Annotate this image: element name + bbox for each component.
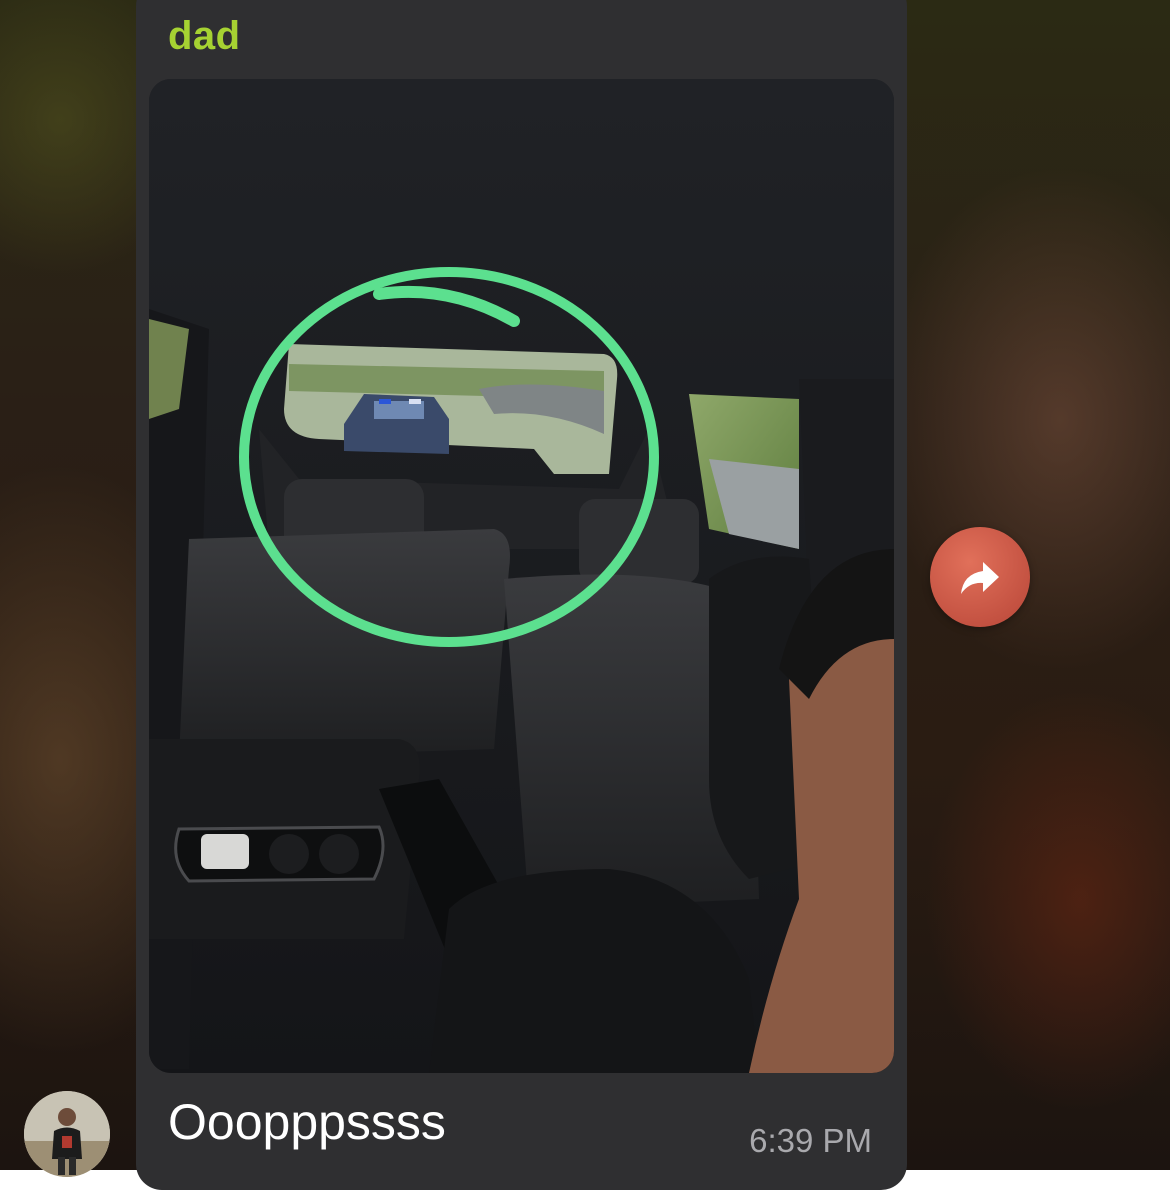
message-timestamp: 6:39 PM	[749, 1122, 872, 1159]
message-caption[interactable]: Ooopppssss	[168, 1093, 446, 1151]
sender-name[interactable]: dad	[168, 14, 241, 59]
avatar-image	[24, 1091, 110, 1177]
photo-illustration	[149, 79, 894, 1073]
sender-avatar[interactable]	[24, 1091, 110, 1177]
message-photo[interactable]	[149, 79, 894, 1073]
forward-button[interactable]	[930, 527, 1030, 627]
forward-arrow-icon	[961, 562, 999, 594]
